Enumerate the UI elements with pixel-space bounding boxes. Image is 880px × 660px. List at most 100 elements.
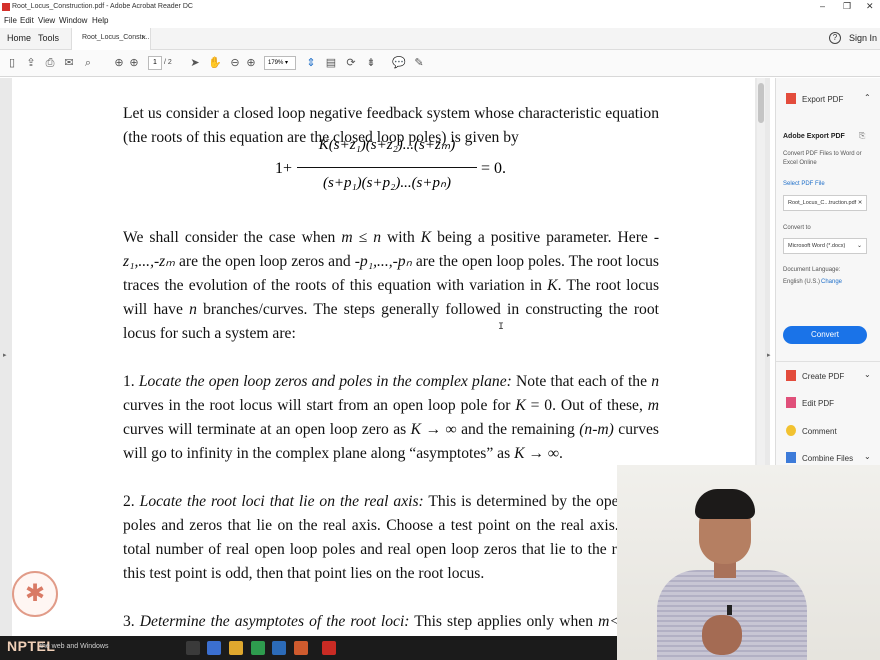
page-view-icon[interactable]: ▤ xyxy=(324,56,338,70)
menu-window[interactable]: Window xyxy=(59,16,87,25)
document-language-value: English (U.S.) xyxy=(783,279,821,285)
rotate-icon[interactable]: ⟳ xyxy=(344,56,358,70)
tab-tools[interactable]: Tools xyxy=(38,33,59,43)
menu-view[interactable]: View xyxy=(38,16,55,25)
lapel-mic xyxy=(727,605,732,615)
equation-denominator: (s+p₁)(s+p₂)...(s+pₙ) xyxy=(322,175,451,191)
step-1: 1. Locate the open loop zeros and poles … xyxy=(123,373,660,462)
zoom-out-icon[interactable]: ⊖ xyxy=(228,56,242,70)
comment-tool-icon xyxy=(786,425,796,436)
tab-home[interactable]: Home xyxy=(7,33,31,43)
sign-in-link[interactable]: Sign In xyxy=(849,33,877,43)
minimize-button[interactable]: – xyxy=(820,1,825,11)
taskbar-search[interactable]: the web and Windows xyxy=(40,643,108,650)
nptel-logo: ✱ xyxy=(10,567,60,631)
logo-wheel-icon: ✱ xyxy=(24,580,46,607)
export-description: Convert PDF Files to Word or Excel Onlin… xyxy=(783,151,862,166)
format-value: Microsoft Word (*.docx) xyxy=(788,243,846,249)
chevron-up-icon[interactable]: ⌃ xyxy=(864,93,871,102)
characteristic-equation: 1+ K(s+z₁)(s+z₂)...(s+zₘ) (s+p₁)(s+p₂)..… xyxy=(275,133,515,209)
print-icon[interactable]: ⎙ xyxy=(43,56,57,70)
pen-icon[interactable]: ✎ xyxy=(412,56,426,70)
email-icon[interactable]: ✉ xyxy=(62,56,76,70)
window-titlebar: Root_Locus_Construction.pdf - Adobe Acro… xyxy=(0,0,880,14)
page-number-input[interactable]: 1 xyxy=(148,56,162,70)
panel-divider xyxy=(776,361,880,362)
word-icon[interactable] xyxy=(272,641,286,655)
create-pdf-icon[interactable]: ▯ xyxy=(5,56,19,70)
next-page-icon[interactable]: ⊕ xyxy=(127,56,141,70)
lecturer-hair xyxy=(695,489,755,519)
comment-tool[interactable]: Comment xyxy=(782,423,874,439)
export-pdf-header[interactable]: Export PDF ⌃ xyxy=(782,91,874,107)
combine-files-tool[interactable]: Combine Files ⌄ xyxy=(782,450,874,466)
search-icon[interactable]: ⌕ xyxy=(81,56,95,70)
lecturer-video-overlay xyxy=(617,465,880,660)
zoom-in-icon[interactable]: ⊕ xyxy=(244,56,258,70)
export-pdf-icon xyxy=(786,93,796,104)
tab-bar: Home Tools Root_Locus_Constr... × ? Sign… xyxy=(0,28,880,50)
remove-file-icon[interactable]: ✕ xyxy=(858,200,863,206)
comment-label: Comment xyxy=(802,427,837,436)
edit-pdf-label: Edit PDF xyxy=(802,399,835,408)
change-language-link[interactable]: Change xyxy=(821,279,842,285)
format-select[interactable]: Microsoft Word (*.docx) ⌄ xyxy=(783,238,867,254)
comment-icon[interactable]: 💬 xyxy=(392,56,406,70)
equation-numerator: K(s+z₁)(s+z₂)...(s+zₘ) xyxy=(318,137,456,153)
create-pdf-tool[interactable]: Create PDF ⌄ xyxy=(782,368,874,384)
menu-file[interactable]: File xyxy=(4,16,17,25)
right-panel-toggle-icon[interactable]: ▸ xyxy=(767,351,771,359)
chrome-icon[interactable] xyxy=(294,641,308,655)
windows-taskbar: NPTEL the web and Windows xyxy=(0,636,617,660)
hand-icon[interactable]: ✋ xyxy=(208,56,222,70)
acrobat-app-icon xyxy=(2,3,10,11)
store-icon[interactable] xyxy=(251,641,265,655)
attach-icon[interactable]: ⎘ xyxy=(859,131,865,141)
task-view-icon[interactable] xyxy=(186,641,200,655)
chevron-down-icon[interactable]: ⌄ xyxy=(864,370,871,379)
edit-pdf-tool[interactable]: Edit PDF xyxy=(782,395,874,411)
equation-one: 1+ xyxy=(275,160,293,177)
fraction-bar xyxy=(297,167,477,168)
scrollbar-thumb[interactable] xyxy=(758,83,764,123)
window-title: Root_Locus_Construction.pdf - Adobe Acro… xyxy=(12,3,193,10)
close-tab-icon[interactable]: × xyxy=(141,33,146,42)
convert-to-label: Convert to xyxy=(783,225,811,231)
chevron-down-icon: ⌄ xyxy=(856,243,862,249)
lecturer-hands xyxy=(702,615,742,655)
edge-icon[interactable] xyxy=(207,641,221,655)
toolbar: ▯ ⇪ ⎙ ✉ ⌕ ⊕ ⊕ 1 / 2 ➤ ✋ ⊖ ⊕ 179% ▾ ⇕ ▤ ⟳… xyxy=(0,50,880,77)
create-pdf-label: Create PDF xyxy=(802,372,845,381)
selected-file-field[interactable]: Root_Locus_C...truction.pdf ✕ xyxy=(783,195,867,211)
menu-edit[interactable]: Edit xyxy=(20,16,34,25)
convert-button[interactable]: Convert xyxy=(783,326,867,344)
combine-files-label: Combine Files xyxy=(802,454,854,463)
help-icon[interactable]: ? xyxy=(829,32,841,44)
taskbar-search-text: the web and Windows xyxy=(40,643,109,650)
upload-icon[interactable]: ⇪ xyxy=(24,56,38,70)
zoom-value: 179% xyxy=(268,60,284,66)
combine-files-tool-icon xyxy=(786,452,796,463)
step-2: 2. Locate the root loci that lie on the … xyxy=(123,493,660,582)
fit-page-icon[interactable]: ⇕ xyxy=(304,56,318,70)
left-panel-toggle-icon[interactable]: ▸ xyxy=(3,351,7,359)
select-icon[interactable]: ➤ xyxy=(188,56,202,70)
menu-help[interactable]: Help xyxy=(92,16,108,25)
acrobat-taskbar-icon[interactable] xyxy=(322,641,336,655)
prev-page-icon[interactable]: ⊕ xyxy=(112,56,126,70)
file-explorer-icon[interactable] xyxy=(229,641,243,655)
paragraph-case: We shall consider the case when m ≤ n wi… xyxy=(123,229,660,342)
scroll-mode-icon[interactable]: ⇟ xyxy=(364,56,378,70)
page-count: / 2 xyxy=(164,59,172,66)
chevron-down-icon[interactable]: ⌄ xyxy=(864,452,871,461)
close-button[interactable]: ✕ xyxy=(866,1,874,12)
tab-document[interactable]: Root_Locus_Constr... × xyxy=(71,28,151,50)
maximize-button[interactable]: ❐ xyxy=(843,1,851,12)
text-cursor-icon: I xyxy=(498,322,505,333)
export-pdf-label: Export PDF xyxy=(802,95,844,104)
select-pdf-link[interactable]: Select PDF File xyxy=(783,181,825,187)
adobe-export-title: Adobe Export PDF xyxy=(783,133,845,140)
create-pdf-tool-icon xyxy=(786,370,796,381)
tab-document-label: Root_Locus_Constr... xyxy=(82,34,150,41)
zoom-select[interactable]: 179% ▾ xyxy=(264,56,296,70)
